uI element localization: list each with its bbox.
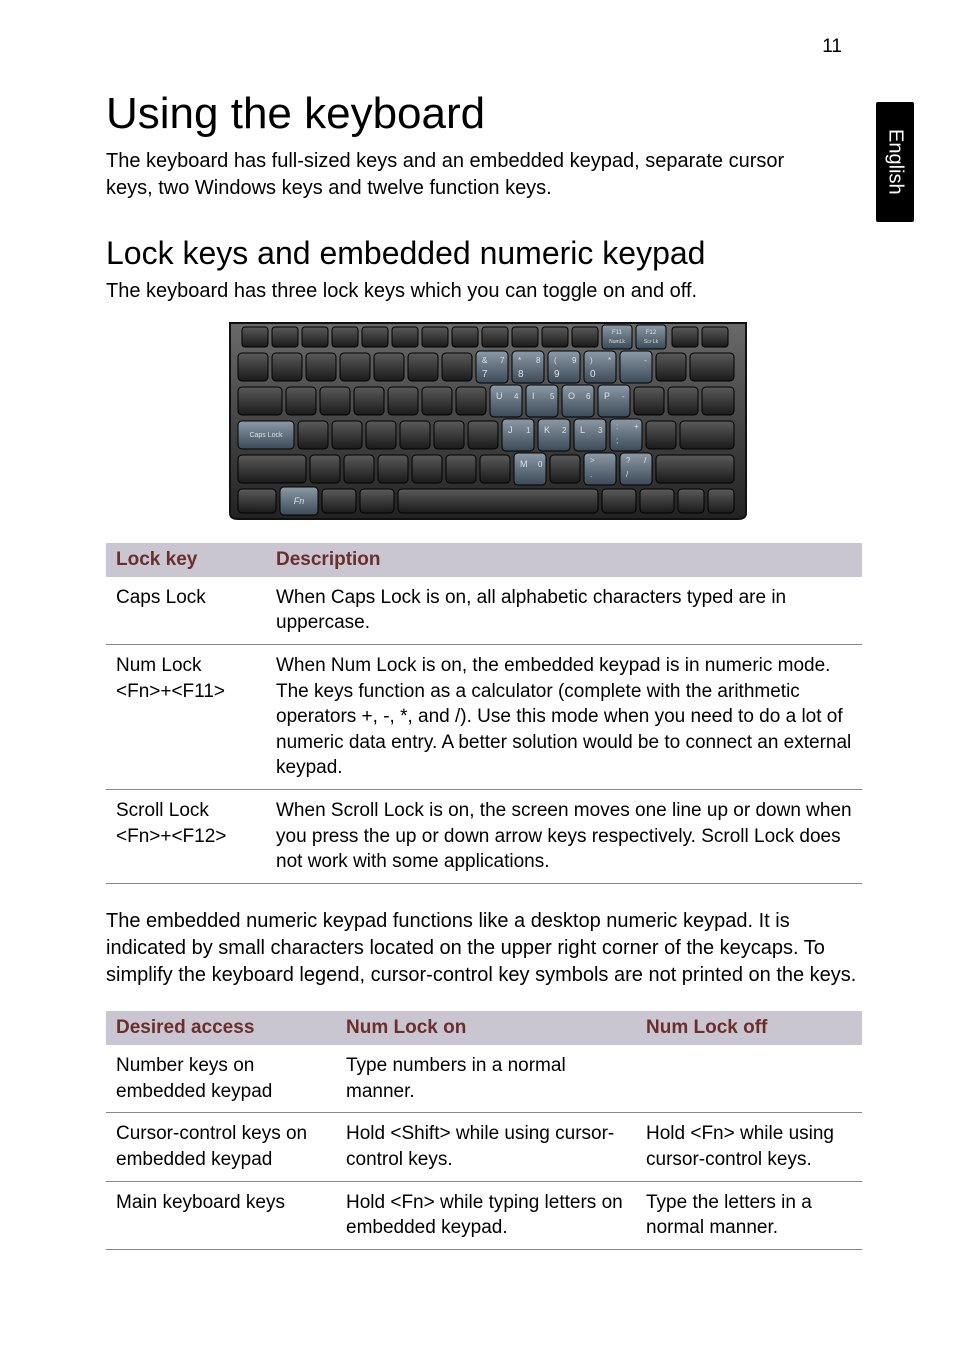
svg-text:8: 8 [518, 369, 524, 380]
section-subtext: The keyboard has three lock keys which y… [106, 280, 870, 303]
svg-text:+: + [634, 422, 639, 431]
svg-text:7: 7 [500, 356, 505, 365]
lock-keys-table: Lock key Description Caps Lock When Caps… [106, 543, 862, 884]
table1-cell: Num Lock <Fn>+<F11> [106, 644, 266, 789]
svg-text:-: - [622, 392, 625, 401]
svg-text::: : [616, 422, 618, 431]
page-title: Using the keyboard [106, 90, 870, 138]
table2-cell: Hold <Fn> while typing letters on embedd… [336, 1181, 636, 1249]
table1-cell: When Num Lock is on, the embedded keypad… [266, 644, 862, 789]
svg-text:F11: F11 [612, 330, 623, 336]
svg-text:Scr Lk: Scr Lk [644, 339, 659, 345]
svg-text:-: - [644, 356, 647, 365]
table2-cell: Hold <Fn> while using cursor-control key… [636, 1113, 862, 1181]
svg-text:0: 0 [538, 460, 543, 469]
section-heading: Lock keys and embedded numeric keypad [106, 236, 870, 271]
page-number: 11 [822, 36, 842, 58]
document-page: 11 English Using the keyboard The keyboa… [0, 0, 954, 1369]
table2-cell: Type numbers in a normal manner. [336, 1045, 636, 1113]
table1-cell: Scroll Lock <Fn>+<F12> [106, 790, 266, 884]
table1-cell: When Scroll Lock is on, the screen moves… [266, 790, 862, 884]
svg-text:5: 5 [550, 392, 555, 401]
keypad-access-table: Desired access Num Lock on Num Lock off … [106, 1011, 862, 1250]
svg-text:M: M [520, 459, 528, 469]
svg-text:L: L [580, 425, 585, 435]
svg-text:&: & [482, 356, 488, 365]
table-row: Cursor-control keys on embedded keypad H… [106, 1113, 862, 1181]
svg-text:8: 8 [536, 356, 541, 365]
svg-text:Caps Lock: Caps Lock [249, 432, 283, 439]
svg-text:J: J [508, 425, 513, 435]
svg-text:>: > [590, 456, 595, 465]
svg-text:;: ; [616, 436, 618, 445]
intro-paragraph: The keyboard has full-sized keys and an … [106, 148, 806, 202]
table1-cell: Caps Lock [106, 577, 266, 645]
svg-text:3: 3 [598, 426, 603, 435]
svg-text:1: 1 [526, 426, 531, 435]
svg-text:): ) [590, 356, 593, 365]
table2-cell: Cursor-control keys on embedded keypad [106, 1113, 336, 1181]
table-row: Scroll Lock <Fn>+<F12> When Scroll Lock … [106, 790, 862, 884]
table2-cell: Main keyboard keys [106, 1181, 336, 1249]
svg-text:4: 4 [514, 392, 519, 401]
svg-text:0: 0 [590, 369, 596, 380]
table-row: Num Lock <Fn>+<F11> When Num Lock is on,… [106, 644, 862, 789]
table2-cell [636, 1045, 862, 1113]
svg-text:NumLk: NumLk [609, 339, 625, 345]
keyboard-illustration: F11 NumLk F12 Scr Lk & 7 7 * 8 8 (9 [226, 317, 750, 521]
table-row: Number keys on embedded keypad Type numb… [106, 1045, 862, 1113]
table1-header-description: Description [266, 543, 862, 577]
table2-header-numlock-on: Num Lock on [336, 1011, 636, 1045]
table2-cell: Type the letters in a normal manner. [636, 1181, 862, 1249]
svg-text:2: 2 [562, 426, 567, 435]
svg-text:P: P [604, 391, 610, 401]
svg-text:*: * [518, 356, 521, 365]
svg-text:6: 6 [586, 392, 591, 401]
table-row: Caps Lock When Caps Lock is on, all alph… [106, 577, 862, 645]
svg-text:F12: F12 [646, 330, 657, 336]
keypad-paragraph: The embedded numeric keypad functions li… [106, 908, 866, 989]
table1-cell: When Caps Lock is on, all alphabetic cha… [266, 577, 862, 645]
table2-header-desired: Desired access [106, 1011, 336, 1045]
language-tab: English [876, 102, 914, 222]
svg-text:Fn: Fn [294, 496, 305, 506]
svg-text:K: K [544, 425, 550, 435]
svg-text:(: ( [554, 356, 557, 365]
svg-text:9: 9 [572, 356, 577, 365]
svg-text:U: U [496, 391, 503, 401]
svg-text:.: . [590, 470, 592, 479]
table2-header-numlock-off: Num Lock off [636, 1011, 862, 1045]
svg-text:9: 9 [554, 369, 560, 380]
table-row: Main keyboard keys Hold <Fn> while typin… [106, 1181, 862, 1249]
svg-text:O: O [568, 391, 575, 401]
svg-text:*: * [608, 356, 611, 365]
table1-header-lockkey: Lock key [106, 543, 266, 577]
table2-cell: Hold <Shift> while using cursor-control … [336, 1113, 636, 1181]
svg-text:?: ? [626, 456, 631, 465]
svg-text:I: I [532, 391, 535, 401]
svg-text:7: 7 [482, 369, 488, 380]
table2-cell: Number keys on embedded keypad [106, 1045, 336, 1113]
